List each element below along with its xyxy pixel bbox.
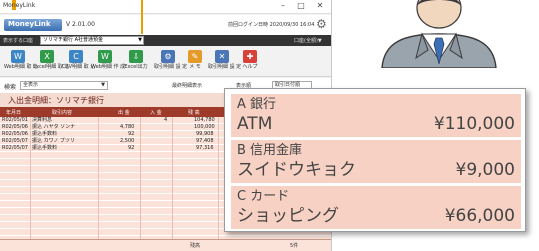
transfer-settings-button[interactable]: ✕ 取引明細 設 定 (208, 50, 242, 76)
footer-count: 5件 (290, 243, 299, 249)
web-import-icon: W (11, 50, 25, 63)
account-summary-callout: A 銀行 ATM ¥110,000 B 信用金庫 スイドウキョク ¥9,000 … (224, 88, 526, 232)
page: MoneyLink – □ ✕ MoneyLink V 2.01.00 前回ログ… (0, 0, 539, 251)
account-menu[interactable]: 口座(全額)▼ (294, 37, 322, 44)
account-select[interactable]: ソリマチ銀行 A社普通預金 ▼ (40, 36, 144, 45)
row-withdraw: 2,500 (120, 138, 135, 144)
column-header-date: 年月日 (6, 110, 22, 116)
filter-select-value: 全表示 (23, 82, 39, 88)
businessman-illustration (381, 0, 497, 68)
web-import-button[interactable]: W Web明細 取 込 (4, 50, 39, 76)
row-withdraw: 92 (128, 145, 135, 151)
settings-icon: ⚙ (161, 50, 175, 63)
row-balance: 100,000 (194, 124, 215, 130)
help-icon: ✚ (243, 50, 257, 63)
last-detail-checkbox[interactable]: 最終明細表示 (172, 82, 202, 89)
excel-export-icon: ⇩ (129, 50, 143, 63)
toolbar: W Web明細 取 込 X Excel明細 取 込 C CSV明細 取 込 W … (0, 47, 331, 77)
toolbar-label: 取引明細 設 定 (154, 64, 188, 70)
footer-label: 残高 (190, 243, 201, 249)
toolbar-label: Excel明細 取 込 (33, 64, 70, 70)
toolbar-label: メ モ (189, 64, 201, 70)
memo-button[interactable]: ✎ メ モ (181, 50, 209, 76)
card-bank: A 銀行 (237, 97, 277, 112)
detail-settings-button[interactable]: ⚙ 取引明細 設 定 (154, 50, 188, 76)
row-desc: 振込手数料 (32, 145, 58, 151)
search-label: 検索 (4, 84, 17, 91)
account-card: A 銀行 ATM ¥110,000 (231, 94, 521, 137)
row-withdraw: 4,780 (120, 124, 135, 130)
row-desc: 振込 ハヤタ ソンナ (32, 124, 76, 130)
web-create-icon: W (98, 50, 112, 63)
row-date: R02/05/07 (2, 138, 28, 144)
row-balance: 99,908 (196, 131, 214, 137)
row-date: R02/05/07 (2, 145, 28, 151)
row-balance: 97,408 (196, 138, 214, 144)
excel-import-icon: X (40, 50, 54, 63)
csv-import-button[interactable]: C CSV明細 取 込 (62, 50, 96, 76)
account-card: B 信用金庫 スイドウキョク ¥9,000 (231, 140, 521, 183)
toolbar-label: ヘルプ (242, 64, 258, 70)
row-balance: 97,316 (196, 145, 214, 151)
row-balance: 104,780 (194, 117, 215, 123)
excel-import-button[interactable]: X Excel明細 取 込 (33, 50, 70, 76)
row-date: R02/05/06 (2, 131, 28, 137)
row-deposit: 4 (164, 117, 168, 123)
window-title: MoneyLink (3, 2, 36, 9)
row-desc: 振込手数料 (32, 131, 58, 137)
card-bank: C カード (237, 189, 290, 204)
excel-export-button[interactable]: ⇩ Excel出力 (122, 50, 150, 76)
gear-icon[interactable]: ⚙ (316, 17, 327, 31)
row-withdraw: 92 (128, 131, 135, 137)
toolbar-label: Web明細 作 成 (91, 64, 126, 70)
card-amount: ¥110,000 (433, 114, 515, 134)
chevron-down-icon: ▼ (138, 37, 142, 43)
toolbar-label: Web明細 取 込 (4, 64, 39, 70)
close-icon[interactable]: ✕ (313, 1, 327, 10)
web-create-button[interactable]: W Web明細 作 成 (91, 50, 126, 76)
toolbar-label: CSV明細 取 込 (62, 64, 96, 70)
row-desc: 決算利息 (32, 117, 53, 123)
section-title: 入出金明細：ソリマチ銀行 (8, 96, 104, 105)
account-select-value: ソリマチ銀行 A社普通預金 (43, 37, 104, 43)
card-amount: ¥66,000 (444, 206, 515, 226)
column-header-desc: 取引内容 (52, 110, 73, 116)
card-name: ショッピング (237, 206, 339, 226)
column-header-balance: 残 高 (188, 110, 200, 116)
account-card: C カード ショッピング ¥66,000 (231, 186, 521, 229)
filter-select[interactable]: 全表示 ▼ (20, 81, 108, 90)
version-label: V 2.01.00 (66, 21, 95, 28)
last-login-timestamp: 前回ログイン日時 2020/09/30 16:04 (228, 22, 315, 28)
maximize-icon[interactable]: □ (294, 1, 308, 10)
memo-icon: ✎ (188, 50, 202, 63)
app-logo-text: MoneyLink (8, 20, 51, 28)
account-label: 表示する口座 (3, 38, 34, 44)
column-header-withdraw: 出 金 (118, 110, 130, 116)
card-bank: B 信用金庫 (237, 143, 303, 158)
card-amount: ¥9,000 (455, 160, 515, 180)
transfer-icon: ✕ (215, 50, 229, 63)
toolbar-label: 取引明細 設 定 (208, 64, 242, 70)
brand-row: MoneyLink V 2.01.00 前回ログイン日時 2020/09/30 … (0, 15, 331, 35)
row-date: R02/05/06 (2, 124, 28, 130)
card-name: ATM (237, 114, 273, 134)
title-bar: MoneyLink – □ ✕ (0, 0, 331, 14)
toolbar-label: Excel出力 (124, 64, 148, 70)
app-logo: MoneyLink (4, 19, 62, 31)
csv-import-icon: C (69, 50, 83, 63)
card-name: スイドウキョク (237, 160, 356, 180)
minimize-icon[interactable]: – (276, 1, 290, 10)
account-bar: 表示する口座 ソリマチ銀行 A社普通預金 ▼ 口座(全額)▼ (0, 35, 331, 46)
help-button[interactable]: ✚ ヘルプ (236, 50, 264, 76)
table-footer: 残高 5件 (0, 239, 331, 251)
face (416, 0, 462, 29)
chevron-down-icon: ▼ (101, 82, 105, 88)
column-header-deposit: 入 金 (150, 110, 162, 116)
row-date: R02/05/01 (2, 117, 28, 123)
row-desc: 振込 カワノ ブツリ (32, 138, 75, 144)
pointer-line (141, 0, 143, 34)
